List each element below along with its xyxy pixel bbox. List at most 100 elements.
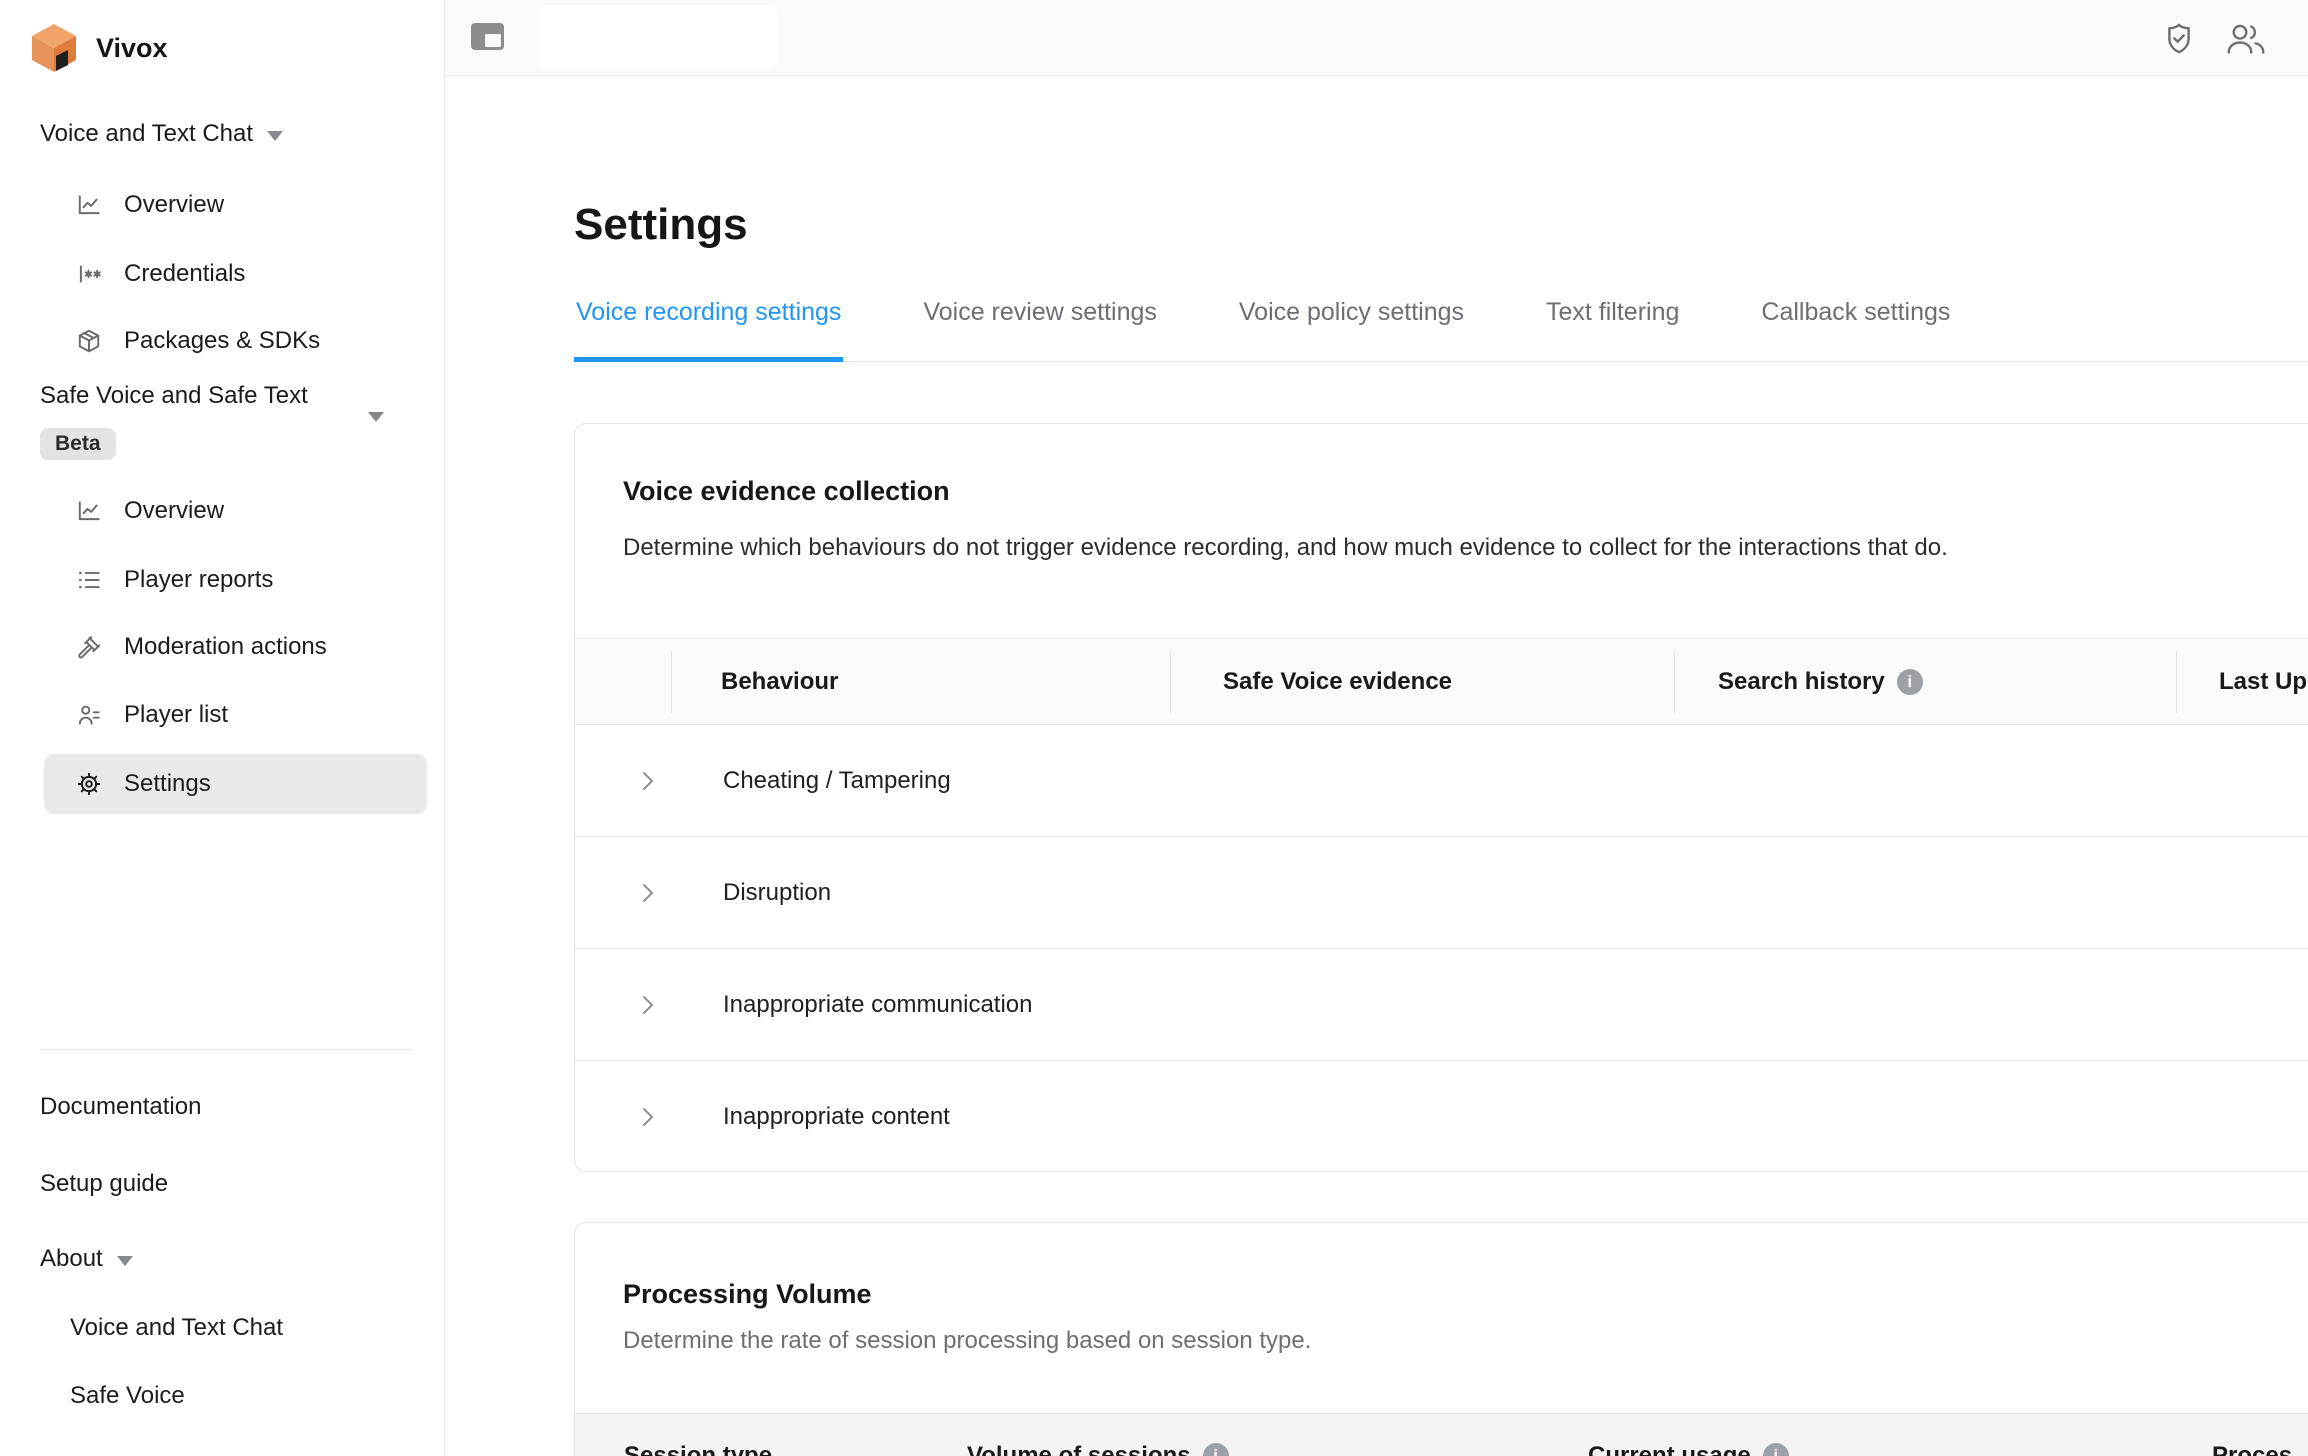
link-label: Documentation — [40, 1093, 201, 1121]
chevron-down-icon[interactable] — [368, 412, 384, 422]
player-list-icon — [76, 702, 102, 728]
section-label: Safe Voice and Safe Text — [40, 382, 308, 410]
card-title: Processing Volume — [623, 1279, 872, 1310]
info-icon[interactable] — [1897, 669, 1923, 695]
row-label: Inappropriate communication — [723, 991, 1033, 1019]
sidebar-item-label: Overview — [124, 191, 224, 219]
sidebar-item-moderation-actions[interactable]: Moderation actions — [44, 617, 427, 677]
behaviour-row-inappropriate-communication[interactable]: Inappropriate communication — [575, 949, 2308, 1061]
voice-evidence-collection-card: Voice evidence collection Determine whic… — [574, 423, 2308, 1172]
link-label: About — [40, 1245, 103, 1273]
sidebar-item-label: Overview — [124, 497, 224, 525]
sidebar-item-packages-sdks[interactable]: Packages & SDKs — [44, 311, 427, 371]
settings-tabs: Voice recording settings Voice review se… — [574, 292, 2308, 362]
column-divider — [1170, 651, 1171, 713]
tab-voice-recording-settings[interactable]: Voice recording settings — [574, 292, 843, 362]
processing-volume-card: Processing Volume Determine the rate of … — [574, 1222, 2308, 1456]
chevron-right-icon[interactable] — [641, 1105, 655, 1129]
column-header-search-history: Search history — [1718, 639, 1923, 724]
sidebar-item-credentials[interactable]: Credentials — [44, 244, 427, 304]
card-description: Determine the rate of session processing… — [623, 1327, 1311, 1355]
topbar — [445, 0, 2308, 76]
vivox-cube-icon — [30, 23, 78, 73]
info-icon[interactable] — [1763, 1443, 1789, 1456]
row-label: Disruption — [723, 879, 831, 907]
column-header-volume-of-sessions: Volume of sessions — [967, 1442, 1229, 1456]
link-label: Setup guide — [40, 1170, 168, 1198]
sidebar-link-about-voice-text-chat[interactable]: Voice and Text Chat — [70, 1314, 283, 1342]
row-label: Cheating / Tampering — [723, 767, 951, 795]
link-label: Safe Voice — [70, 1382, 185, 1409]
info-icon[interactable] — [1203, 1443, 1229, 1456]
behaviour-row-inappropriate-content[interactable]: Inappropriate content — [575, 1061, 2308, 1172]
card-title: Voice evidence collection — [623, 476, 950, 507]
page-title: Settings — [574, 200, 748, 250]
tab-callback-settings[interactable]: Callback settings — [1759, 292, 1952, 362]
line-chart-icon — [76, 192, 102, 218]
sidebar-item-label: Player reports — [124, 566, 273, 594]
package-icon — [76, 328, 102, 354]
chevron-down-icon — [267, 131, 283, 141]
gavel-icon — [76, 634, 102, 660]
card-description: Determine which behaviours do not trigge… — [623, 534, 1948, 562]
chevron-down-icon — [117, 1256, 133, 1266]
column-label: Last Up — [2219, 668, 2307, 696]
sidebar-item-label: Credentials — [124, 260, 245, 288]
chevron-right-icon[interactable] — [641, 769, 655, 793]
privacy-button[interactable] — [2161, 20, 2197, 63]
column-label: Current usage — [1588, 1442, 1751, 1456]
sidebar-item-player-list[interactable]: Player list — [44, 685, 427, 745]
sidebar-link-about-safe-voice[interactable]: Safe Voice — [70, 1382, 185, 1410]
column-divider — [671, 651, 672, 713]
sidebar-section-voice-text-chat[interactable]: Voice and Text Chat — [40, 120, 283, 148]
sidebar-item-label: Moderation actions — [124, 633, 327, 661]
app-window: Vivox Voice and Text Chat Overview Crede… — [0, 0, 2308, 1456]
sidebar-toggle-button[interactable] — [470, 22, 506, 57]
shield-check-icon — [2161, 20, 2197, 58]
sidebar-link-about[interactable]: About — [40, 1245, 133, 1273]
sidebar-item-player-reports[interactable]: Player reports — [44, 550, 427, 610]
behaviour-row-cheating-tampering[interactable]: Cheating / Tampering — [575, 725, 2308, 837]
link-label: Voice and Text Chat — [70, 1314, 283, 1341]
column-divider — [2176, 651, 2177, 713]
processing-table-header: Session type Volume of sessions Current … — [575, 1413, 2308, 1456]
tab-voice-policy-settings[interactable]: Voice policy settings — [1237, 292, 1466, 362]
gear-icon — [76, 771, 102, 797]
sidebar-item-label: Packages & SDKs — [124, 327, 320, 355]
behaviour-row-disruption[interactable]: Disruption — [575, 837, 2308, 949]
users-icon — [2225, 23, 2267, 55]
tab-voice-review-settings[interactable]: Voice review settings — [921, 292, 1158, 362]
sidebar-section-safe-voice-text[interactable]: Safe Voice and Safe Text — [40, 382, 308, 410]
column-header-processing: Proces — [2212, 1442, 2292, 1456]
credentials-icon — [76, 261, 102, 287]
brand-name: Vivox — [96, 33, 168, 64]
evidence-table-header: Behaviour Safe Voice evidence Search his… — [575, 638, 2308, 725]
sidebar-item-sv-overview[interactable]: Overview — [44, 481, 427, 541]
sidebar-link-documentation[interactable]: Documentation — [40, 1093, 201, 1121]
column-header-session-type: Session type — [624, 1442, 772, 1456]
row-label: Inappropriate content — [723, 1103, 950, 1131]
beta-badge: Beta — [40, 428, 116, 460]
sidebar-item-settings[interactable]: Settings — [44, 754, 427, 814]
column-header-current-usage: Current usage — [1588, 1442, 1789, 1456]
column-label: Safe Voice evidence — [1223, 668, 1452, 696]
sidebar-item-label: Player list — [124, 701, 228, 729]
chevron-right-icon[interactable] — [641, 993, 655, 1017]
sidebar-link-setup-guide[interactable]: Setup guide — [40, 1170, 168, 1198]
tab-text-filtering[interactable]: Text filtering — [1544, 292, 1681, 362]
column-header-behaviour: Behaviour — [721, 639, 838, 724]
column-label: Session type — [624, 1442, 772, 1456]
chevron-right-icon[interactable] — [641, 881, 655, 905]
section-label: Voice and Text Chat — [40, 120, 253, 148]
column-header-last-updated: Last Up — [2219, 639, 2307, 724]
sidebar-divider — [40, 1049, 412, 1050]
sidebar-toggle-icon — [470, 22, 506, 52]
topbar-placeholder-pill[interactable] — [537, 5, 778, 69]
brand-logo-row[interactable]: Vivox — [30, 22, 168, 74]
main-content: Settings Voice recording settings Voice … — [445, 76, 2308, 1456]
column-label: Search history — [1718, 668, 1885, 696]
column-label: Proces — [2212, 1442, 2292, 1456]
account-button[interactable] — [2225, 23, 2267, 60]
column-header-safe-voice-evidence: Safe Voice evidence — [1223, 639, 1452, 724]
sidebar-item-overview[interactable]: Overview — [44, 175, 427, 235]
